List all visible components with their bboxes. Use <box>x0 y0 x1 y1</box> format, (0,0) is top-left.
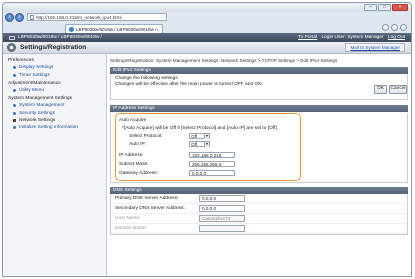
back-icon[interactable]: ‹ <box>5 12 14 22</box>
secondary-dns-label: Secondary DNS Server Address: <box>115 206 185 211</box>
sidebar-group-system-management: System Management Settings <box>8 96 72 102</box>
auto-ip-row: Auto IP: Off ▼ <box>119 140 297 148</box>
current-marker-icon <box>13 119 16 123</box>
minimize-button[interactable]: – <box>364 4 377 11</box>
home-icon[interactable] <box>382 24 389 31</box>
bullet-icon <box>13 88 16 92</box>
host-name-row: Host Name: Canon2bcc71 <box>111 214 407 224</box>
bullet-icon <box>13 126 16 130</box>
header-links: To Portal Login User: System Manager Log… <box>295 35 405 40</box>
host-name-label: Host Name: <box>115 216 141 221</box>
page-header: Settings/Registration Mail to System Man… <box>3 42 411 54</box>
ip-address-row: IP Address: 192.168.0.215 <box>119 151 297 159</box>
to-portal-link[interactable]: To Portal <box>298 35 317 40</box>
sidebar-group-adjustment: Adjustment/Maintenance <box>8 80 61 86</box>
bullet-icon <box>13 73 16 77</box>
ok-button[interactable]: OK <box>374 85 387 94</box>
select-protocol-dropdown[interactable]: Off ▼ <box>189 132 210 140</box>
printer-icon <box>9 35 15 40</box>
breadcrumb: Settings/Registration: System Management… <box>110 58 338 63</box>
auto-ip-label: Auto IP: <box>129 141 147 147</box>
device-name: LBP6030w/6018w / LBP6030w/6018w / <box>9 35 102 40</box>
sidebar-group-preferences: Preferences <box>8 58 34 63</box>
gateway-field[interactable]: 0.0.0.0 <box>189 169 235 177</box>
subnet-mask-field[interactable]: 255.255.255.0 <box>189 160 235 168</box>
edit-ipv4-panel: Change the following settings. Changes w… <box>110 74 408 100</box>
address-row: ‹ › http://192.168.0.215/m_network_ipv4.… <box>3 12 411 22</box>
chevron-down-icon: ▼ <box>204 133 209 139</box>
ip-address-label: IP Address: <box>119 152 144 158</box>
change-note: Change the following settings. Changes w… <box>111 74 407 99</box>
sidebar-item-system-management[interactable]: System Management <box>3 102 106 109</box>
sidebar-item-display-settings[interactable]: Display Settings <box>3 64 106 71</box>
sidebar-item-security-settings[interactable]: Security Settings <box>3 110 106 117</box>
sidebar-item-initialize-setting-information[interactable]: Initialize Setting Information <box>3 124 106 131</box>
gateway-row: Gateway Address: 0.0.0.0 <box>119 169 297 177</box>
auto-acquire-highlight: Auto Acquire *[Auto Acquire] will be Off… <box>115 113 301 181</box>
edit-ipv4-section-header: Edit IPv4 Settings <box>110 67 408 74</box>
auto-acquire-label: Auto Acquire <box>119 117 147 123</box>
url-text: http://192.168.0.215/m_network_ipv4.html <box>36 14 122 20</box>
page-title: Settings/Registration <box>20 44 87 51</box>
note-line-2: Changes will be effective after the main… <box>115 82 263 88</box>
favorites-star-icon[interactable] <box>391 24 398 31</box>
bullet-icon <box>13 111 16 115</box>
browser-logo-icon <box>69 26 74 32</box>
log-out-link[interactable]: Log Out <box>388 35 405 40</box>
dns-section-header: DNS Settings <box>110 187 408 194</box>
browser-tab[interactable]: LBP6030w/6018w / LBP6030w/6018w / × <box>65 24 163 33</box>
maximize-button[interactable]: □ <box>378 4 391 11</box>
sidebar-item-network-settings[interactable]: Network Settings <box>3 117 106 124</box>
auto-ip-dropdown[interactable]: Off ▼ <box>189 140 210 148</box>
domain-name-row: Domain Name: <box>111 224 407 234</box>
page-icon <box>30 14 34 20</box>
close-button[interactable]: × <box>392 4 408 11</box>
subnet-mask-row: Subnet Mask: 255.255.255.0 <box>119 160 297 168</box>
toolbar-icons <box>382 24 407 31</box>
select-protocol-label: Select Protocol: <box>129 133 163 139</box>
gear-icon[interactable] <box>400 24 407 31</box>
sidebar-item-timer-settings[interactable]: Timer Settings <box>3 71 106 78</box>
browser-window: – □ × ‹ › http://192.168.0.215/m_network… <box>2 2 412 277</box>
main-content: Settings/Registration: System Management… <box>107 54 411 276</box>
mail-to-system-manager-button[interactable]: Mail to System Manager <box>345 43 405 52</box>
tab-row: LBP6030w/6018w / LBP6030w/6018w / × <box>3 23 411 33</box>
secondary-dns-row: Secondary DNS Server Address: 0.0.0.0 <box>111 204 407 214</box>
subnet-mask-label: Subnet Mask: <box>119 161 149 167</box>
primary-dns-label: Primary DNS Server Address: <box>115 196 179 201</box>
ip-address-field[interactable]: 192.168.0.215 <box>189 151 235 159</box>
chevron-down-icon: ▼ <box>204 141 209 147</box>
secondary-dns-field[interactable]: 0.0.0.0 <box>199 205 245 212</box>
address-bar[interactable]: http://192.168.0.215/m_network_ipv4.html <box>27 13 167 21</box>
tab-title: LBP6030w/6018w / LBP6030w/6018w / <box>76 26 157 32</box>
auto-acquire-note: *[Auto Acquire] will be Off if [Select P… <box>122 125 279 131</box>
bullet-icon <box>13 104 16 108</box>
login-user-text: Login User: System Manager <box>321 35 384 40</box>
domain-name-label: Domain Name: <box>115 226 147 231</box>
domain-name-field[interactable] <box>199 225 245 232</box>
tab-close-icon[interactable]: × <box>157 27 159 32</box>
window-controls: – □ × <box>364 4 408 11</box>
bullet-icon <box>13 66 16 70</box>
ip-address-section-header: IP Address Settings <box>110 105 408 112</box>
sidebar-item-utility-menu[interactable]: Utility Menu <box>3 87 106 94</box>
dns-panel: Primary DNS Server Address: 0.0.0.0 Seco… <box>110 194 408 235</box>
sidebar: Preferences Display Settings Timer Setti… <box>3 54 107 276</box>
device-header: LBP6030w/6018w / LBP6030w/6018w / To Por… <box>3 33 411 42</box>
gateway-label: Gateway Address: <box>119 170 158 176</box>
primary-dns-row: Primary DNS Server Address: 0.0.0.0 <box>111 194 407 204</box>
primary-dns-field[interactable]: 0.0.0.0 <box>199 195 245 202</box>
cancel-button[interactable]: Cancel <box>389 85 407 94</box>
select-protocol-row: Select Protocol: Off ▼ <box>119 132 297 140</box>
settings-gear-icon <box>7 43 16 52</box>
host-name-field[interactable]: Canon2bcc71 <box>199 215 245 222</box>
ip-address-panel: Auto Acquire *[Auto Acquire] will be Off… <box>110 113 408 183</box>
title-bar <box>3 3 411 12</box>
forward-icon[interactable]: › <box>15 12 24 22</box>
